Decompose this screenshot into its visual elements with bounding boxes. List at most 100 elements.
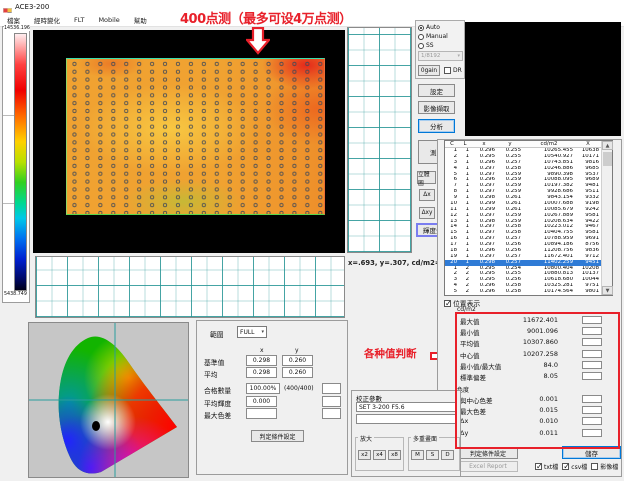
check-label: txt檔	[544, 462, 558, 471]
shutter-select[interactable]: 1/8192 ▾	[418, 51, 463, 61]
table-header: CLxycd/m2X	[445, 141, 601, 148]
scroll-up-icon[interactable]: ▲	[602, 141, 613, 150]
max-colordiff-judge-box	[322, 408, 341, 419]
stat-value: 0.010	[513, 417, 558, 425]
table-scrollbar[interactable]: ▲ ▼	[601, 141, 612, 295]
table-row[interactable]: 520.2960.25810174.5649801	[445, 289, 601, 295]
check-label: 影像檔	[600, 462, 618, 471]
stat-judge-box	[582, 316, 602, 324]
analyze-button[interactable]: 分析	[418, 119, 455, 133]
x8-button[interactable]: x8	[388, 450, 401, 460]
color-scale-tick	[3, 203, 14, 204]
stat-value: 10207.258	[513, 350, 558, 358]
down-arrow-icon	[246, 27, 270, 55]
image-capture-button[interactable]: 影像擷取	[418, 101, 455, 114]
stat-judge-box	[582, 417, 602, 425]
table-header-cell: x	[471, 141, 497, 147]
reference-label: 基準值	[204, 357, 224, 367]
dr-label: DR	[453, 67, 462, 74]
menu-item[interactable]: 幫助	[127, 15, 154, 25]
cie-diagram-panel	[28, 322, 189, 478]
annotation-judge-note: 各种值判断	[364, 346, 417, 361]
scrollbar-thumb[interactable]	[603, 152, 612, 166]
x4-button[interactable]: x4	[373, 450, 386, 460]
calibration-preset2-field[interactable]	[356, 414, 456, 424]
luminance-heatmap[interactable]	[33, 30, 345, 253]
radio-manual[interactable]: Manual	[416, 32, 464, 41]
excel-report-button: Excel Report	[458, 461, 518, 472]
check-影像檔[interactable]: 影像檔	[591, 462, 618, 471]
calibration-preset-field[interactable]: SET 3-200 F5.6	[356, 402, 456, 412]
menu-item[interactable]: FLT	[67, 16, 91, 24]
stat-label: 最大色差	[460, 406, 486, 416]
stat-value: 10307.860	[513, 338, 558, 346]
stat-label: 中心值	[460, 350, 480, 360]
stat-label: 平均值	[460, 338, 480, 348]
color-scale-panel: 14536.196 5438.749	[2, 26, 30, 303]
stat-row: Δx 0.010	[458, 416, 621, 427]
check-label: csv檔	[571, 462, 587, 471]
stat-judge-box	[582, 361, 602, 369]
capture-radios: AutoManualSS	[416, 23, 464, 50]
d-button[interactable]: D	[441, 450, 454, 460]
stat-judge-box	[582, 350, 602, 358]
check-csv檔[interactable]: csv檔	[562, 462, 587, 471]
settings-button[interactable]: 設定	[418, 84, 455, 97]
stat-value: 11672.401	[513, 316, 558, 324]
delta-xy-button[interactable]: Δxy	[419, 207, 435, 219]
avg-luminance-field: 0.000	[246, 396, 277, 407]
x2-button[interactable]: x2	[358, 450, 371, 460]
stat-value: 84.0	[513, 361, 558, 369]
range-value: FULL	[240, 329, 255, 336]
radio-icon	[418, 43, 424, 49]
pass-percent-field: 100.00%	[246, 383, 280, 394]
stat-label: 最小值/最大值	[460, 361, 501, 371]
stat-judge-box	[582, 395, 602, 403]
stat-label: Δx	[460, 417, 468, 425]
chevron-down-icon: ▾	[261, 329, 264, 335]
save-button[interactable]: 儲存	[562, 446, 621, 459]
m-button[interactable]: M	[411, 450, 424, 460]
dr-checkbox[interactable]: DR	[444, 67, 462, 74]
stat-row: 最大值11672.401	[458, 315, 621, 326]
stat-row: 中心值 10207.258	[458, 349, 621, 360]
radio-ss[interactable]: SS	[416, 41, 464, 50]
stat-value: 0.015	[513, 406, 558, 414]
menu-item[interactable]: Mobile	[91, 16, 126, 24]
range-select[interactable]: FULL ▾	[237, 326, 267, 338]
checkbox-icon	[535, 463, 542, 470]
color-scale-min: 5438.749	[4, 292, 27, 297]
gain-button[interactable]: 0gain	[418, 65, 440, 76]
check-txt檔[interactable]: txt檔	[535, 462, 558, 471]
average-x-field: 0.298	[246, 367, 277, 378]
zoom-buttons: x2x4x8	[358, 450, 401, 460]
chroma-rows: 與中心色差0.001最大色差0.015Δx0.010Δy0.011	[458, 394, 621, 439]
menu-item[interactable]: 檔案	[0, 15, 27, 25]
radio-icon	[418, 25, 424, 31]
scroll-down-icon[interactable]: ▼	[602, 286, 613, 295]
table-body[interactable]: 110.2960.25510265.45510638210.2950.25510…	[445, 148, 601, 295]
stat-judge-box	[582, 372, 602, 380]
reference-y-field[interactable]: 0.260	[282, 355, 313, 366]
range-judge-condition-button[interactable]: 判定條件設定	[251, 430, 304, 442]
stat-judge-box	[582, 406, 602, 414]
delta-x-button[interactable]: Δx	[419, 189, 435, 201]
stat-value: 9001.096	[513, 327, 558, 335]
menu-item[interactable]: 經時變化	[27, 15, 67, 25]
average-y-field: 0.260	[282, 367, 313, 378]
stat-row: 最小值 9001.096	[458, 326, 621, 337]
col-y-label: y	[295, 347, 299, 354]
footer-checks: txt檔 csv檔 影像檔	[531, 462, 618, 471]
judge-condition-button[interactable]: 判定條件設定	[458, 447, 518, 459]
col-x-label: x	[260, 347, 264, 354]
shutter-value: 1/8192	[421, 53, 440, 59]
s-button[interactable]: S	[426, 450, 439, 460]
radio-auto[interactable]: Auto	[416, 23, 464, 32]
reference-x-field[interactable]: 0.298	[246, 355, 277, 366]
avg-lum-judge-box	[322, 396, 341, 407]
stat-label: 最小值	[460, 327, 480, 337]
table-header-cell: X	[575, 141, 601, 147]
solid-view-button[interactable]: 立體圖	[417, 171, 436, 184]
measured-white-point	[92, 421, 100, 431]
color-scale-gradient	[14, 33, 27, 291]
